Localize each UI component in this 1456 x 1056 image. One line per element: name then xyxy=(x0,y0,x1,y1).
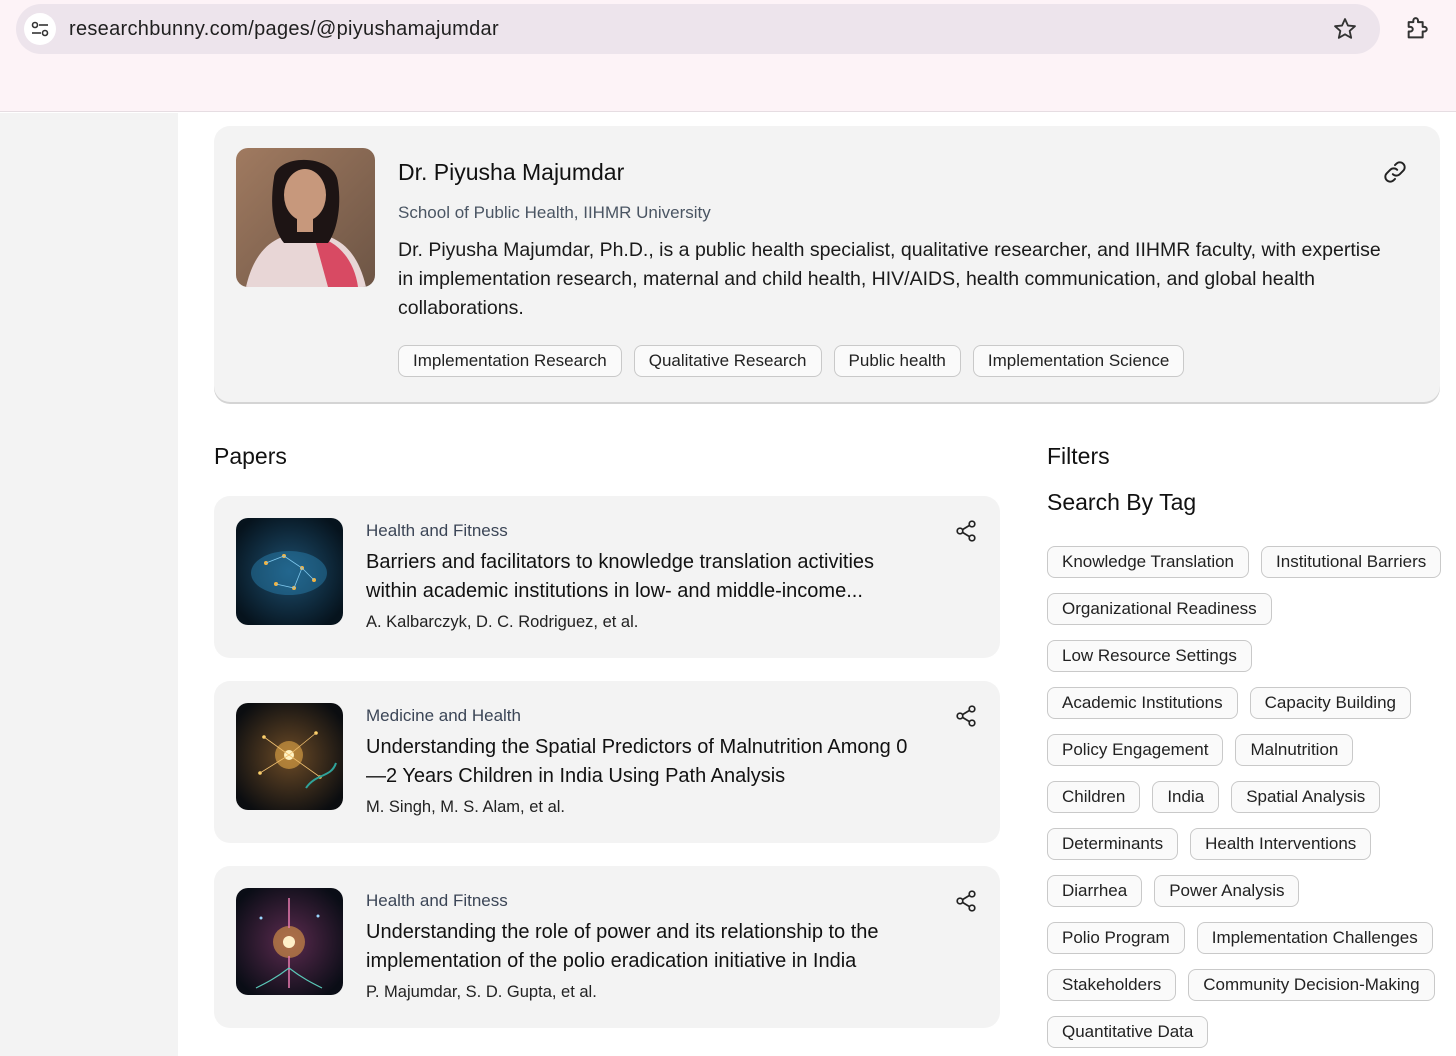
filter-tag[interactable]: India xyxy=(1152,781,1220,813)
profile-card: Dr. Piyusha Majumdar School of Public He… xyxy=(214,126,1440,402)
address-bar[interactable]: researchbunny.com/pages/@piyushamajumdar xyxy=(16,4,1380,54)
profile-tag[interactable]: Public health xyxy=(833,345,961,377)
profile-tag[interactable]: Implementation Science xyxy=(972,345,1185,377)
paper-thumbnail xyxy=(236,518,343,625)
paper-category: Medicine and Health xyxy=(366,706,521,725)
profile-affiliation[interactable]: School of Public Health, IIHMR Universit… xyxy=(398,203,711,223)
filter-tag[interactable]: Malnutrition xyxy=(1235,734,1354,766)
profile-tag[interactable]: Qualitative Research xyxy=(633,345,822,377)
link-icon[interactable] xyxy=(1382,159,1408,185)
paper-card[interactable]: Health and Fitness Understanding the rol… xyxy=(214,866,1000,1028)
paper-authors: P. Majumdar, S. D. Gupta, et al. xyxy=(366,983,597,1001)
filter-tag[interactable]: Health Interventions xyxy=(1190,828,1372,860)
paper-card[interactable]: Health and Fitness Barriers and facilita… xyxy=(214,496,1000,658)
filter-tag[interactable]: Polio Program xyxy=(1047,922,1185,954)
paper-title[interactable]: Barriers and facilitators to knowledge t… xyxy=(366,548,926,606)
paper-card[interactable]: Medicine and Health Understanding the Sp… xyxy=(214,681,1000,843)
paper-authors: A. Kalbarczyk, D. C. Rodriguez, et al. xyxy=(366,613,639,631)
filter-tag[interactable]: Academic Institutions xyxy=(1047,687,1238,719)
filter-tag[interactable]: Stakeholders xyxy=(1047,969,1177,1001)
filter-tag[interactable]: Quantitative Data xyxy=(1047,1016,1209,1048)
paper-thumbnail xyxy=(236,703,343,810)
puzzle-icon[interactable] xyxy=(1404,14,1432,42)
share-icon[interactable] xyxy=(954,519,978,543)
filters-heading: Filters xyxy=(1047,443,1110,469)
papers-heading: Papers xyxy=(214,443,287,469)
filter-tag[interactable]: Diarrhea xyxy=(1047,875,1143,907)
share-icon[interactable] xyxy=(954,889,978,913)
filter-tag[interactable]: Low Resource Settings xyxy=(1047,640,1252,672)
profile-tags: Implementation Research Qualitative Rese… xyxy=(398,345,1185,377)
paper-authors: M. Singh, M. S. Alam, et al. xyxy=(366,798,565,816)
filter-tag-list: Knowledge Translation Institutional Barr… xyxy=(1047,546,1447,1048)
paper-category: Health and Fitness xyxy=(366,521,508,540)
profile-name: Dr. Piyusha Majumdar xyxy=(398,159,625,185)
filter-tag[interactable]: Power Analysis xyxy=(1154,875,1300,907)
site-info-button[interactable] xyxy=(24,13,56,45)
filter-tag[interactable]: Institutional Barriers xyxy=(1261,546,1442,578)
left-sidebar xyxy=(0,113,178,1056)
filter-tag[interactable]: Knowledge Translation xyxy=(1047,546,1250,578)
filter-tag[interactable]: Organizational Readiness xyxy=(1047,593,1272,625)
paper-thumbnail xyxy=(236,888,343,995)
filter-tag[interactable]: Children xyxy=(1047,781,1141,813)
filter-tag[interactable]: Policy Engagement xyxy=(1047,734,1224,766)
avatar xyxy=(236,148,375,287)
filter-tag[interactable]: Spatial Analysis xyxy=(1231,781,1381,813)
browser-toolbar: researchbunny.com/pages/@piyushamajumdar xyxy=(0,0,1456,112)
url-text[interactable]: researchbunny.com/pages/@piyushamajumdar xyxy=(69,18,499,41)
tune-icon xyxy=(31,21,49,37)
paper-title[interactable]: Understanding the role of power and its … xyxy=(366,918,926,976)
profile-tag[interactable]: Implementation Research xyxy=(398,345,622,377)
filter-tag[interactable]: Determinants xyxy=(1047,828,1179,860)
share-icon[interactable] xyxy=(954,704,978,728)
profile-bio: Dr. Piyusha Majumdar, Ph.D., is a public… xyxy=(398,239,1381,319)
paper-category: Health and Fitness xyxy=(366,891,508,910)
filter-tag[interactable]: Community Decision-Making xyxy=(1188,969,1435,1001)
star-icon[interactable] xyxy=(1332,16,1358,42)
filter-tag[interactable]: Capacity Building xyxy=(1249,687,1411,719)
paper-title[interactable]: Understanding the Spatial Predictors of … xyxy=(366,733,926,791)
filter-tag[interactable]: Implementation Challenges xyxy=(1196,922,1433,954)
search-by-tag-heading: Search By Tag xyxy=(1047,489,1197,515)
